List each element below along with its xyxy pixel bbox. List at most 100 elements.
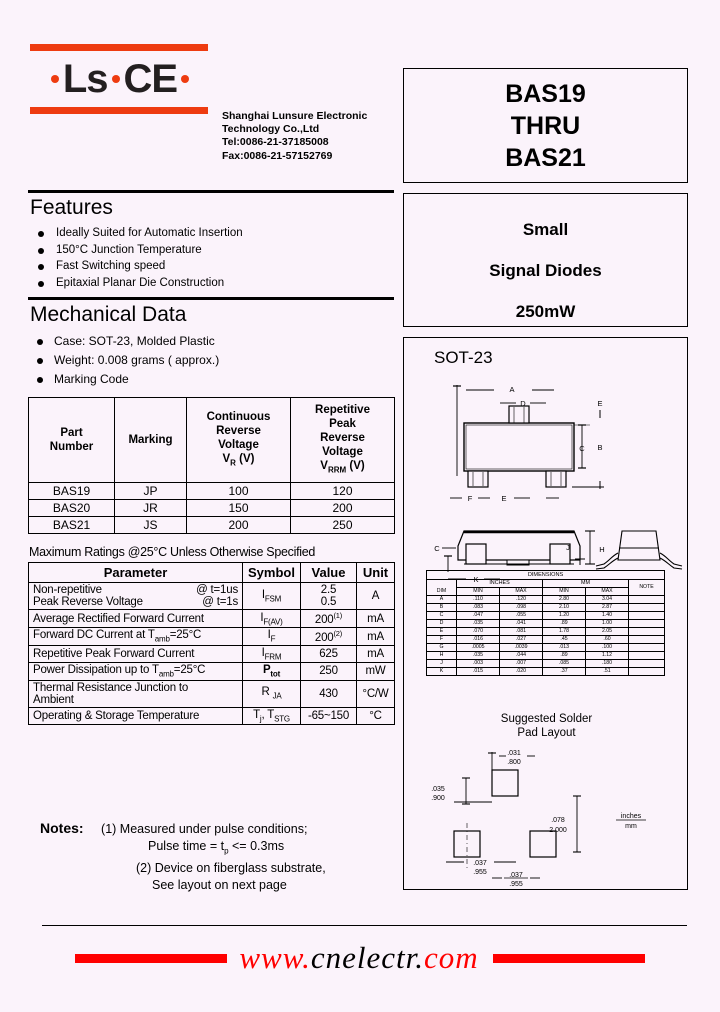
cell-value: 200(1) [300,609,357,629]
dimensions-table-wrap: DIMENSIONS INCHES MM NOTE DIM MIN MAX MI… [425,570,666,676]
dim-col-mm-min: MIN [542,587,586,596]
table-row: BAS20 JR 150 200 [28,499,395,518]
table-row: Power Dissipation up to Tamb=25°C Ptot 2… [28,662,395,681]
maximum-ratings-table: Parameter Symbol Value Unit Non-repetiti… [28,562,395,725]
cell-parameter: Thermal Resistance Junction to Ambient [28,679,243,708]
mechanical-list: Case: SOT-23, Molded Plastic Weight: 0.0… [28,332,394,389]
cell-unit: A [356,582,395,611]
cell-vrrm: 250 [290,516,395,535]
notes-label: Notes: [40,820,84,836]
cell-marking: JR [114,499,187,518]
dim-col-mm-max: MAX [585,587,629,596]
datasheet-page: Ls CE Shanghai Lunsure Electronic Technol… [0,0,720,1012]
part-title-line3: BAS21 [505,144,586,172]
package-outline-drawing: A D C B E F E H C K J [434,385,683,584]
cell-marking: JP [114,482,187,501]
cell-value: 250 [300,662,357,681]
company-fax: Fax:0086-21-57152769 [222,149,333,162]
package-drawing-box: SOT-23 A D C B E F E H C K J DIMENSIONS … [403,337,688,890]
table-header-row: Part Number Marking Continuous Reverse V… [28,396,395,484]
cell-symbol: IFRM [242,644,301,664]
cell-symbol: Ptot [242,662,301,681]
table-row: BAS19 JP 100 120 [28,482,395,501]
col-continuous-reverse-voltage: Continuous Reverse Voltage VR (V) [186,396,291,484]
dim-label-A: A [509,385,514,394]
dim-group-row: INCHES MM NOTE [426,579,666,596]
pad-dim-bottom-in: .037 [473,860,487,867]
table-row: Average Rectified Forward Current IF(AV)… [28,609,395,629]
dim-row: E .070.081 1.78 2.05 [426,627,666,636]
dim-label-F: F [468,494,473,503]
cell-parameter: Repetitive Peak Forward Current [28,644,243,664]
cell-part: BAS20 [28,499,115,518]
cell-value: 2.5 0.5 [300,582,357,611]
cell-parameter: Non-repetitive @ t=1us Peak Reverse Volta… [28,582,243,611]
cell-vr: 150 [186,499,291,518]
footer-divider [42,925,687,927]
cell-vr: 100 [186,482,291,501]
notes-line-1: Notes: (1) Measured under pulse conditio… [40,820,400,838]
logo-wordmark: Ls CE [30,53,210,105]
mechanical-item: Marking Code [28,370,394,389]
col-marking: Marking [114,396,187,484]
logo-dot-mid [111,75,120,83]
website-url[interactable]: www.cnelectr.com [239,940,478,976]
table-row: Thermal Resistance Junction to Ambient R … [28,679,395,708]
footer-bar-left [75,953,228,963]
cell-value: 430 [300,679,357,708]
cell-value: 625 [300,644,357,664]
col-unit: Unit [356,562,395,584]
cell-unit: mA [356,644,395,664]
left-content-column: Features Ideally Suited for Automatic In… [28,190,395,725]
dim-label-E-top: E [597,399,602,408]
pad-dim-top-mm: .800 [507,759,521,766]
company-logo: Ls CE [30,44,210,114]
dim-group-mm: MM [542,579,629,588]
dimensions-table: DIMENSIONS INCHES MM NOTE DIM MIN MAX MI… [425,570,666,676]
table-row: BAS21 JS 200 250 [28,516,395,535]
dim-row: H .035.044.89 1.12 [426,651,666,660]
part-title-line2: THRU [510,112,581,140]
product-type-line1: Small [522,220,569,239]
dimensions-heading: DIMENSIONS [425,570,666,580]
cell-symbol: IF [242,627,301,646]
table-header-row: Parameter Symbol Value Unit [28,562,395,584]
features-heading: Features [30,196,113,219]
pad-unit-mm: mm [625,823,637,830]
url-www: www. [239,940,311,975]
col-repetitive-peak-reverse-voltage: Repetitive Peak Reverse Voltage VRRM (V) [290,396,395,484]
cell-vrrm: 120 [290,482,395,501]
logo-bar-top [30,44,208,51]
cell-unit: mA [356,627,395,646]
pad-unit-inches: inches [621,813,642,820]
company-name-line1: Shanghai Lunsure Electronic [222,110,368,122]
part-title-line1: BAS19 [505,80,586,108]
dim-label-H: H [599,545,604,554]
cell-part: BAS21 [28,516,115,535]
dim-label-C-side: C [434,544,440,553]
pad-dim-bottom2-mm: .955 [509,881,523,888]
feature-item: Epitaxial Planar Die Construction [28,275,394,292]
cell-unit: mW [356,662,395,681]
company-name-line2: Technology Co.,Ltd [222,123,320,136]
notes-block: Notes: (1) Measured under pulse conditio… [40,820,400,894]
dim-row: J .003.007.085.180 [426,659,666,668]
pad-dim-top-in: .031 [507,750,521,757]
pad-dim-left-mm: .900 [431,795,445,802]
dim-group-inches: INCHES [456,579,543,588]
dim-col-note: NOTE [627,579,666,596]
dim-label-B: B [597,443,602,452]
dim-label-D: D [520,399,526,408]
cell-parameter: Operating & Storage Temperature [28,706,243,725]
cell-unit: °C/W [356,679,395,708]
dim-row: K .015.020.37.51 [426,667,666,676]
product-type-box: Small Signal Diodes 250mW [403,193,688,327]
url-tld: com [423,940,479,975]
dim-row: F .016.027.45.60 [426,635,666,644]
dim-label-C-top: C [579,444,585,453]
table-row: Forward DC Current at Tamb=25°C IF 200(2… [28,627,395,646]
solder-pad-layout-drawing: .031 .800 .035 .900 .078 2.000 .037 .955… [431,750,646,888]
cell-symbol: IFSM [242,582,301,611]
company-tel: Tel:0086-21-37185008 [222,136,329,149]
cell-symbol: IF(AV) [242,609,301,629]
